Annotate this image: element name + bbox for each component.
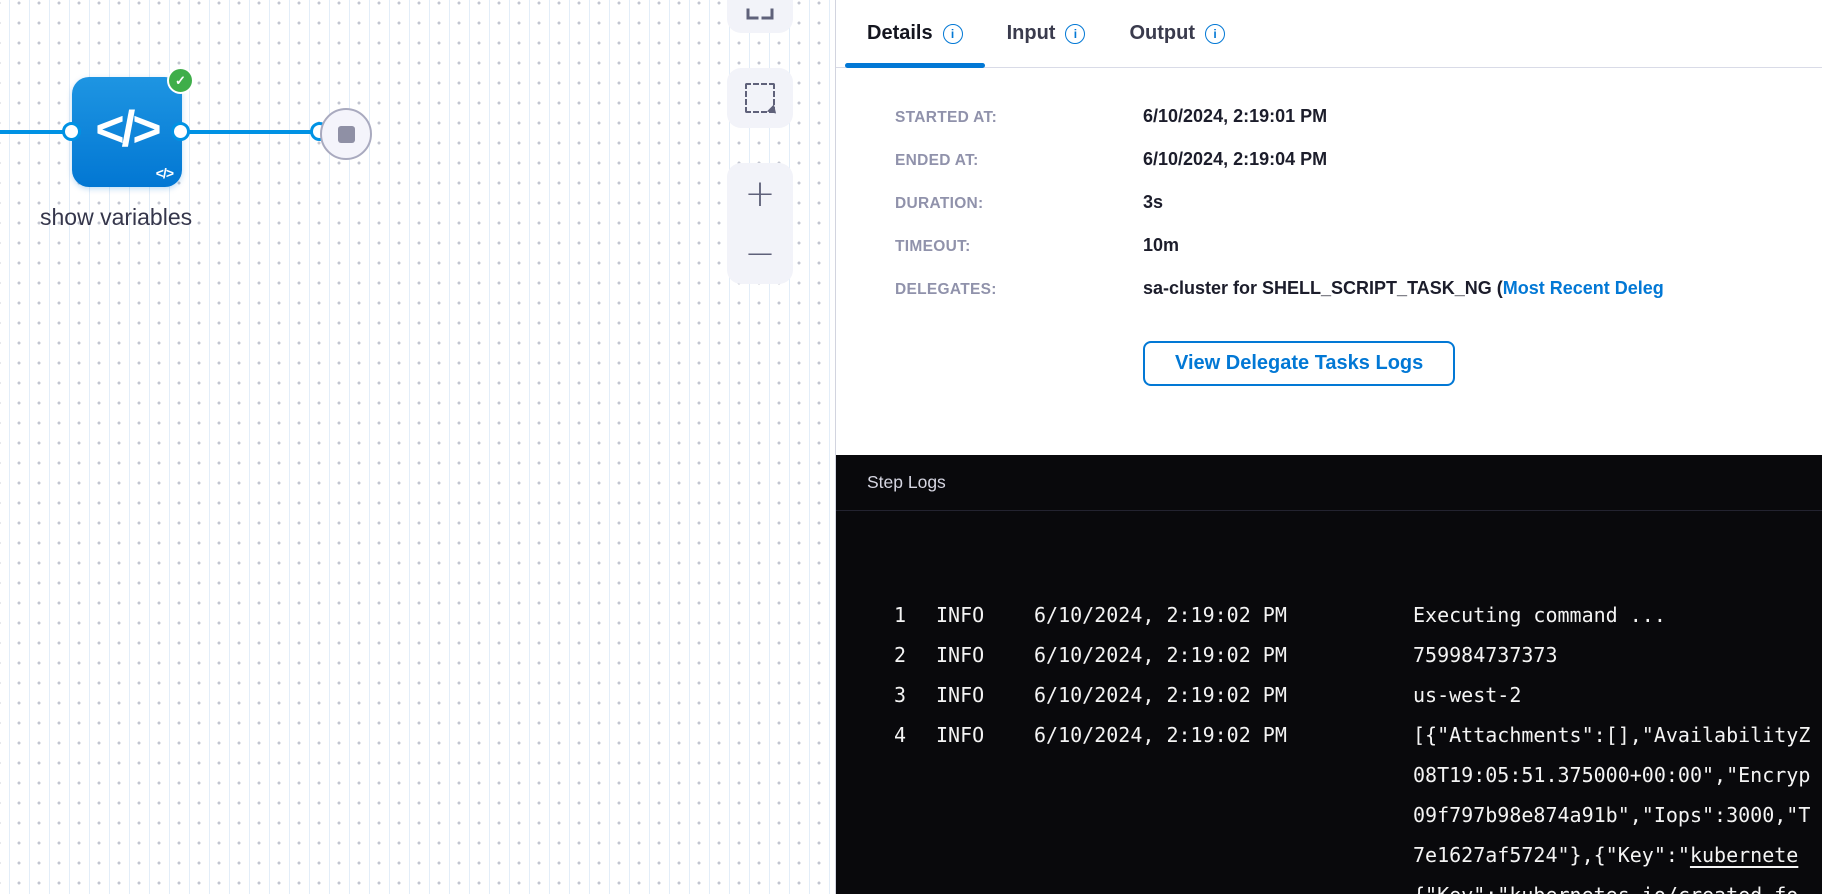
log-level [936,795,1000,835]
log-message-text: 7e1627af5724"},{"Key":" [1413,843,1690,867]
log-level: INFO [936,715,1000,755]
tab-output-label: Output [1129,22,1195,45]
detail-label: STARTED AT: [895,109,1143,127]
log-line-continuation: {"Key":"kubernetes.io/created-fo [876,875,1822,894]
tab-output[interactable]: Output i [1107,0,1247,67]
detail-value: 6/10/2024, 2:19:01 PM [1143,106,1822,127]
log-line-number [876,755,906,795]
connector-port-in[interactable] [62,122,81,141]
log-line-number: 3 [876,675,906,715]
step-node-show-variables[interactable]: </> </> ✓ [72,77,182,187]
log-level [936,835,1000,875]
zoom-in-button[interactable]: + [727,163,793,224]
zoom-out-button[interactable]: − [727,224,793,285]
log-line-number [876,835,906,875]
pipeline-execution-view: </> </> ✓ show variables + − [0,0,1822,894]
log-timestamp [1034,875,1413,894]
log-message-link[interactable]: kubernete [1690,843,1798,867]
step-logs-console[interactable]: 1 INFO 6/10/2024, 2:19:02 PM Executing c… [836,511,1822,894]
log-message: 08T19:05:51.375000+00:00","Encryp [1413,755,1822,795]
fit-to-view-icon [747,0,774,19]
log-message: 7e1627af5724"},{"Key":"kubernete [1413,835,1822,875]
detail-value: 3s [1143,192,1822,213]
log-line-number: 4 [876,715,906,755]
marquee-select-icon [745,83,775,113]
code-icon: </> [95,104,158,154]
stop-square-icon [338,126,355,143]
success-check-icon: ✓ [167,67,194,94]
detail-row-ended-at: ENDED AT: 6/10/2024, 2:19:04 PM [895,149,1822,170]
details-section: STARTED AT: 6/10/2024, 2:19:01 PM ENDED … [836,68,1822,386]
delegate-name: sa-cluster for SHELL_SCRIPT_TASK_NG ( [1143,278,1503,298]
log-timestamp: 6/10/2024, 2:19:02 PM [1034,675,1413,715]
detail-row-started-at: STARTED AT: 6/10/2024, 2:19:01 PM [895,106,1822,127]
detail-label: DELEGATES: [895,281,1143,299]
panel-tabbar: Details i Input i Output i [836,0,1822,68]
tab-details[interactable]: Details i [845,0,985,67]
log-line-continuation: 7e1627af5724"},{"Key":"kubernete [876,835,1822,875]
log-timestamp: 6/10/2024, 2:19:02 PM [1034,595,1413,635]
detail-row-delegates: DELEGATES: sa-cluster for SHELL_SCRIPT_T… [895,278,1822,299]
tab-details-label: Details [867,22,933,45]
shell-script-type-icon: </> [156,165,173,181]
detail-value: 10m [1143,235,1822,256]
info-icon[interactable]: i [943,24,963,44]
log-level: INFO [936,595,1000,635]
log-timestamp [1034,835,1413,875]
most-recent-delegate-link[interactable]: Most Recent Deleg [1503,278,1664,298]
log-line-continuation: 09f797b98e874a91b","Iops":3000,"T [876,795,1822,835]
log-message: [{"Attachments":[],"AvailabilityZ [1413,715,1822,755]
connector-port-out[interactable] [171,122,190,141]
detail-row-duration: DURATION: 3s [895,192,1822,213]
log-timestamp [1034,755,1413,795]
log-line-number [876,795,906,835]
log-timestamp: 6/10/2024, 2:19:02 PM [1034,635,1413,675]
zoom-controls: + − [727,163,793,284]
log-message: Executing command ... [1413,595,1822,635]
log-level [936,755,1000,795]
step-logs-title: Step Logs [867,472,946,493]
log-level: INFO [936,675,1000,715]
tab-input-label: Input [1007,22,1056,45]
log-message: 759984737373 [1413,635,1822,675]
log-message: 09f797b98e874a91b","Iops":3000,"T [1413,795,1822,835]
detail-value: 6/10/2024, 2:19:04 PM [1143,149,1822,170]
detail-label: ENDED AT: [895,152,1143,170]
log-timestamp [1034,795,1413,835]
log-line: 2 INFO 6/10/2024, 2:19:02 PM 75998473737… [876,635,1822,675]
log-line: 1 INFO 6/10/2024, 2:19:02 PM Executing c… [876,595,1822,635]
info-icon[interactable]: i [1205,24,1225,44]
step-node-label: show variables [40,204,192,231]
detail-label: DURATION: [895,195,1143,213]
view-delegate-tasks-logs-button[interactable]: View Delegate Tasks Logs [1143,341,1455,386]
log-message: us-west-2 [1413,675,1822,715]
log-line-number: 2 [876,635,906,675]
tab-input[interactable]: Input i [985,0,1108,67]
log-level: INFO [936,635,1000,675]
log-line-number: 1 [876,595,906,635]
info-icon[interactable]: i [1065,24,1085,44]
log-line-number [876,875,906,894]
stop-node[interactable] [320,108,372,160]
detail-value: sa-cluster for SHELL_SCRIPT_TASK_NG (Mos… [1143,278,1822,299]
step-details-panel: Details i Input i Output i STARTED AT: 6… [835,0,1822,894]
log-line: 3 INFO 6/10/2024, 2:19:02 PM us-west-2 [876,675,1822,715]
step-logs-header: Step Logs [836,455,1822,511]
step-logs-section: Step Logs 1 INFO 6/10/2024, 2:19:02 PM E… [836,455,1822,894]
marquee-select-button[interactable] [727,68,793,128]
log-line-continuation: 08T19:05:51.375000+00:00","Encryp [876,755,1822,795]
log-timestamp: 6/10/2024, 2:19:02 PM [1034,715,1413,755]
detail-label: TIMEOUT: [895,238,1143,256]
detail-row-timeout: TIMEOUT: 10m [895,235,1822,256]
log-line: 4 INFO 6/10/2024, 2:19:02 PM [{"Attachme… [876,715,1822,755]
pipeline-canvas[interactable]: </> </> ✓ show variables + − [0,0,835,894]
log-message: {"Key":"kubernetes.io/created-fo [1413,875,1822,894]
fit-to-view-button[interactable] [727,0,793,33]
log-level [936,875,1000,894]
